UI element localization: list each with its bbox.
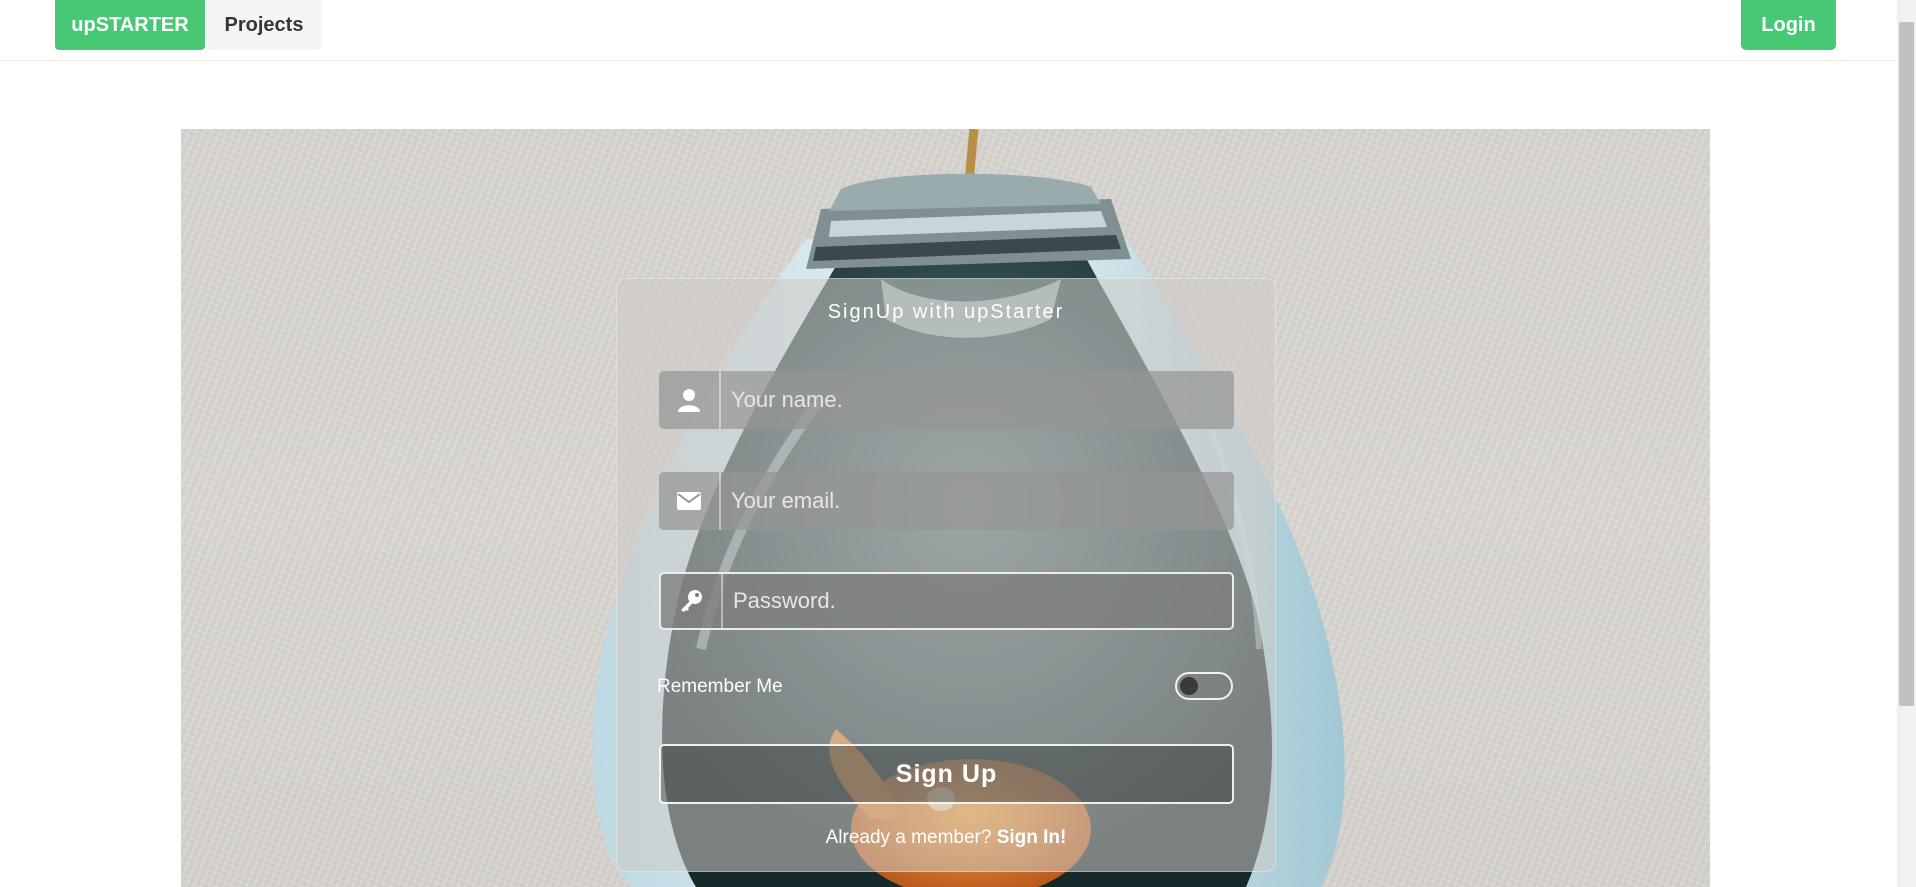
already-member-text: Already a member? [825,827,992,848]
email-input[interactable] [721,472,1234,530]
form-title: SignUp with upStarter [827,301,1065,323]
remember-me-label: Remember Me [657,676,783,697]
remember-me-toggle[interactable] [1175,672,1233,700]
name-input[interactable] [721,371,1234,429]
key-icon [661,574,723,628]
signup-card: SignUp with upStarter Reme [616,278,1276,872]
envelope-icon [659,472,721,530]
signin-link[interactable]: Sign In! [997,827,1067,848]
signin-prompt: Already a member? Sign In! [617,827,1275,849]
password-input[interactable] [723,574,1232,628]
scrollbar-thumb[interactable] [1899,22,1914,706]
email-field [659,472,1234,530]
page-scrollbar[interactable] [1897,0,1916,887]
top-navbar: upSTARTER Projects Login [0,0,1897,61]
password-field [659,572,1234,630]
user-icon [659,371,721,429]
brand-button[interactable]: upSTARTER [55,0,205,50]
projects-nav-item[interactable]: Projects [206,0,322,50]
name-field [659,371,1234,429]
login-button[interactable]: Login [1741,0,1836,50]
signup-button[interactable]: Sign Up [659,744,1234,804]
toggle-knob [1180,677,1198,695]
